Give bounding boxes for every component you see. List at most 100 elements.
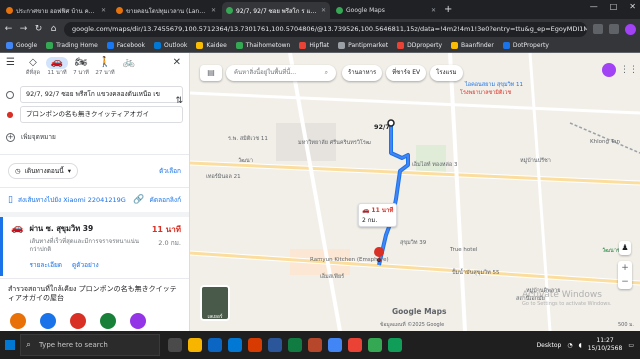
start-button[interactable] xyxy=(0,331,20,359)
travel-mode-car-mode[interactable]: 🚗 11 นาที xyxy=(46,57,68,77)
bookmark-item[interactable]: DDproperty xyxy=(397,42,442,49)
map-place-label[interactable]: หมู่บ้านปรีชา xyxy=(520,157,551,165)
apps-grid-icon[interactable]: ⋮⋮ xyxy=(620,65,638,77)
travel-mode-motorbike-mode[interactable]: 🏍 7 นาที xyxy=(70,57,92,77)
map-place-label[interactable]: วัฒนา xyxy=(238,157,253,165)
bookmark-item[interactable]: Hipflat xyxy=(299,42,329,49)
bookmark-item[interactable]: DotProperty xyxy=(502,42,549,49)
map-search-input[interactable]: ค้นหาสิ่งนี้อยู่ในพื้นที่นี้... ⌕ xyxy=(226,65,336,81)
taskbar-app-icon[interactable] xyxy=(368,338,382,352)
map-place-label[interactable]: ปั้มน้ำมันสุขุมวิท 55 xyxy=(452,269,500,277)
travel-mode-best-mode[interactable]: ◇ ดีที่สุด xyxy=(22,57,44,77)
preview-link[interactable]: ดูตัวอย่าง xyxy=(72,260,99,270)
route-option[interactable]: 🚗 ผ่าน ซ. สุขุมวิท 39 เส้นทางที่เร็วที่ส… xyxy=(0,217,189,276)
origin-input[interactable]: 92/7, 92/7 ซอย พรีสโก แขวงคลองตันเหนือ เ… xyxy=(20,86,183,103)
add-destination-button[interactable]: + เพิ่มจุดหมาย xyxy=(0,126,189,148)
taskbar-app-icon[interactable] xyxy=(348,338,362,352)
travel-mode-bike-mode[interactable]: 🚲 xyxy=(118,57,140,69)
copy-link-button[interactable]: คัดลอกลิงก์ xyxy=(150,195,181,205)
map-place-label[interactable]: มหาวิทยาลัย ศรีนครินทรวิโรฒ xyxy=(298,139,371,147)
new-tab-button[interactable]: + xyxy=(444,2,452,19)
map-filter-chip[interactable]: ร้านอาหาร xyxy=(342,65,383,81)
taskbar-app-icon[interactable] xyxy=(248,338,262,352)
taskbar-search-input[interactable]: Type here to search xyxy=(20,334,160,356)
category-icon[interactable] xyxy=(130,313,146,329)
browser-tab[interactable]: ประกาศขาย ออฟฟิศ บ้าน คลองเตย กร...✕ xyxy=(2,2,110,19)
send-to-phone-link[interactable]: ส่งเส้นทางไปยัง Xiaomi 22041219G xyxy=(18,195,128,205)
menu-icon[interactable]: ☰ xyxy=(6,57,20,68)
extension-icon[interactable] xyxy=(609,24,619,34)
map-place-label[interactable]: Ramyun Kitchen (Emsphere) xyxy=(310,257,389,263)
browser-tab[interactable]: Google Maps ✕ xyxy=(332,2,440,19)
category-icon[interactable] xyxy=(40,313,56,329)
map-place-label[interactable]: เอ็มสเฟียร์ xyxy=(320,273,344,281)
map-place-label[interactable]: True hotel xyxy=(450,247,477,253)
map-place-label[interactable]: 92/7 xyxy=(374,123,390,131)
minimize-button[interactable]: — xyxy=(590,2,598,11)
clock[interactable]: 11:27 15/10/2568 xyxy=(588,337,623,353)
home-icon[interactable]: ⌂ xyxy=(49,24,58,34)
options-button[interactable]: ตัวเลือก xyxy=(159,166,181,176)
bookmark-item[interactable]: Pantipmarket xyxy=(338,42,388,49)
taskbar-app-icon[interactable] xyxy=(228,338,242,352)
taskbar-app-icon[interactable] xyxy=(168,338,182,352)
category-icon[interactable] xyxy=(70,313,86,329)
zoom-out-button[interactable]: − xyxy=(618,275,632,289)
category-icon[interactable] xyxy=(100,313,116,329)
map-avatar[interactable] xyxy=(602,63,616,77)
map-canvas[interactable]: 92/7 ไอคอนสยาม สุขุมวิท 11 โรงพยาบาลซามิติ… xyxy=(190,53,640,331)
taskbar-app-icon[interactable] xyxy=(288,338,302,352)
bookmark-item[interactable]: Kaidee xyxy=(196,42,227,49)
tab-close-icon[interactable]: ✕ xyxy=(431,7,436,14)
taskbar-app-icon[interactable] xyxy=(268,338,282,352)
map-place-label[interactable]: เทอร์มินอล 21 xyxy=(206,173,241,181)
close-window-button[interactable]: ✕ xyxy=(629,2,636,11)
map-filter-chip[interactable]: ที่ชาร์จ EV xyxy=(386,65,427,81)
tab-close-icon[interactable]: ✕ xyxy=(211,7,216,14)
taskbar-app-icon[interactable] xyxy=(308,338,322,352)
bookmark-item[interactable]: Facebook xyxy=(106,42,145,49)
desktop-button[interactable]: Desktop xyxy=(537,342,562,349)
map-place-label[interactable]: Khlong Tan xyxy=(590,139,620,145)
browser-tab[interactable]: ขายคอนโดปทุมเวลาน (LandsMa...✕ xyxy=(112,2,220,19)
pegman-icon[interactable]: ♟ xyxy=(619,241,631,255)
back-icon[interactable]: ← xyxy=(4,24,13,34)
tab-close-icon[interactable]: ✕ xyxy=(321,7,326,14)
forward-icon[interactable]: → xyxy=(19,24,28,34)
taskbar-app-icon[interactable] xyxy=(188,338,202,352)
volume-icon[interactable]: ◖ xyxy=(579,342,582,349)
map-filter-chip[interactable]: โรงแรม xyxy=(430,65,463,81)
close-directions-icon[interactable]: ✕ xyxy=(173,57,185,68)
eta-callout[interactable]: 🚗 11 นาที 2 กม. xyxy=(358,203,398,227)
taskbar-app-icon[interactable] xyxy=(328,338,342,352)
wifi-icon[interactable]: ◔ xyxy=(567,342,572,349)
map-place-label[interactable]: ไอคอนสยาม สุขุมวิท 11 xyxy=(465,81,523,89)
profile-avatar[interactable] xyxy=(625,23,636,35)
bookmark-item[interactable]: Google xyxy=(6,42,37,49)
travel-mode-walk-mode[interactable]: 🚶 27 นาที xyxy=(94,57,116,77)
bookmark-item[interactable]: Trading Home xyxy=(46,42,98,49)
swap-icon[interactable]: ⇅ xyxy=(175,96,183,106)
reload-icon[interactable]: ↻ xyxy=(34,24,43,34)
map-place-label[interactable]: โรงพยาบาลซามิติเวช xyxy=(460,89,511,97)
destination-input[interactable]: プロンポンの名も無きクイッティアオガイ xyxy=(20,106,183,123)
map-place-label[interactable]: ร.พ. สมิติเวช 11 xyxy=(228,135,268,143)
url-input[interactable]: google.com/maps/dir/13.7455679,100.57123… xyxy=(64,21,587,37)
details-link[interactable]: รายละเอียด xyxy=(29,260,62,270)
zoom-in-button[interactable]: + xyxy=(618,261,632,275)
notification-icon[interactable]: ▭ xyxy=(628,342,634,349)
category-icon[interactable] xyxy=(10,313,26,329)
browser-tab[interactable]: 92/7, 92/7 ซอย พรีสโก ร แขวงคลอง...✕ xyxy=(222,2,330,19)
map-place-label[interactable]: เอ็มไฮท์ ทองหล่อ 3 xyxy=(412,161,457,169)
taskbar-app-icon[interactable] xyxy=(208,338,222,352)
bookmark-item[interactable]: Baanfinder xyxy=(451,42,494,49)
tab-close-icon[interactable]: ✕ xyxy=(101,7,106,14)
map-place-label[interactable]: สุขุมวิท 39 xyxy=(400,239,426,247)
leave-now-button[interactable]: ◷ เดินทางตอนนี้ ▾ xyxy=(8,163,78,179)
bookmark-item[interactable]: Outlook xyxy=(154,42,187,49)
taskbar-app-icon[interactable] xyxy=(388,338,402,352)
maximize-button[interactable]: □ xyxy=(610,2,618,11)
extension-icon[interactable] xyxy=(593,24,603,34)
layers-button[interactable]: ▤ xyxy=(200,65,222,81)
bookmark-item[interactable]: Thaihometown xyxy=(235,42,290,49)
